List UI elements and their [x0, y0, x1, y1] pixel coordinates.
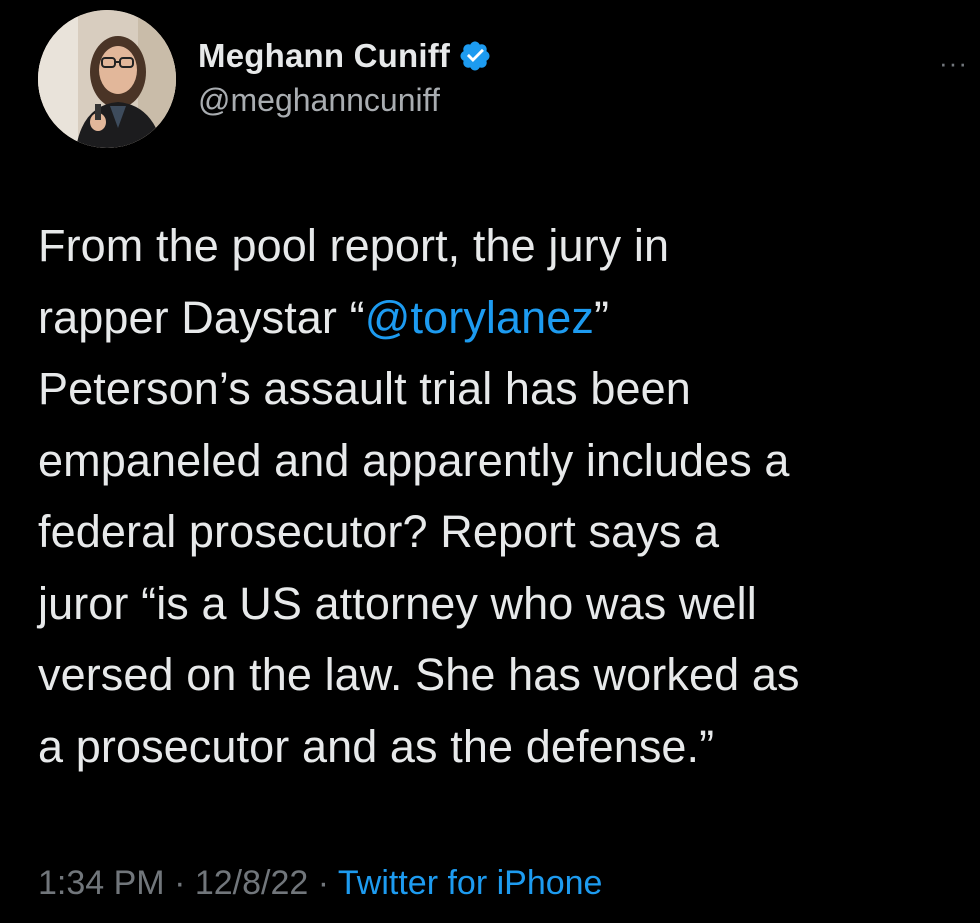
tweet-time[interactable]: 1:34 PM	[38, 864, 165, 902]
tweet-line: versed on the law. She has worked as	[38, 649, 800, 700]
tweet-line: federal prosecutor? Report says a	[38, 506, 720, 557]
tweet-date[interactable]: 12/8/22	[195, 864, 308, 902]
more-horizontal-icon[interactable]: ···	[939, 48, 968, 79]
avatar-photo	[38, 10, 176, 148]
tweet-meta: 1:34 PM · 12/8/22 · Twitter for iPhone	[38, 864, 602, 903]
tweet-line: empaneled and apparently includes a	[38, 434, 790, 486]
tweet-source-link[interactable]: Twitter for iPhone	[338, 864, 603, 902]
tweet-line: a prosecutor and as the defense.”	[38, 720, 715, 772]
verified-badge-icon	[460, 41, 490, 71]
meta-separator: ·	[308, 864, 338, 902]
tweet-line: juror “is a US attorney who was well	[38, 577, 757, 629]
handle[interactable]: @meghanncuniff	[198, 82, 492, 119]
avatar[interactable]	[38, 10, 176, 148]
display-name[interactable]: Meghann Cuniff	[198, 37, 450, 75]
tweet-text: From the pool report, the jury in rapper…	[38, 210, 973, 782]
meta-separator: ·	[164, 864, 195, 902]
tweet-line: rapper Daystar “@torylanez”	[38, 282, 973, 354]
tweet-line: From the pool report, the jury in	[38, 220, 670, 271]
tweet-text-segment: ”	[594, 291, 610, 343]
tweet-header: Meghann Cuniff @meghanncuniff ···	[38, 10, 968, 150]
tweet-line: Peterson’s assault trial has been	[38, 363, 691, 414]
display-name-row: Meghann Cuniff	[198, 36, 492, 76]
tweet-text-segment: rapper Daystar “	[38, 291, 365, 343]
author-block: Meghann Cuniff @meghanncuniff	[198, 36, 492, 119]
mention-link[interactable]: @torylanez	[365, 292, 594, 343]
